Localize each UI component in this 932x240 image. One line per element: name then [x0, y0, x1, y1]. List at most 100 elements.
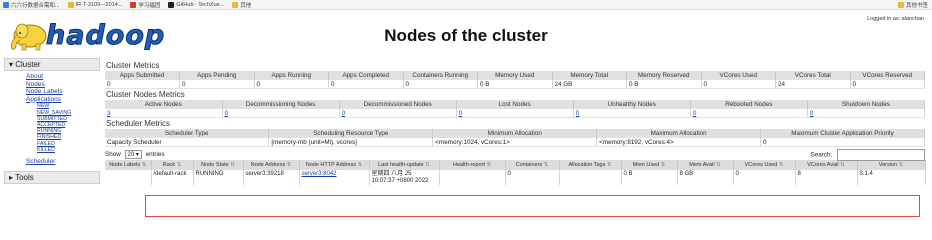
- scheduler-metrics-header-maximum-cluster-application-priority: Maximum Cluster Application Priority: [760, 129, 925, 138]
- bookmark-icon: [3, 1, 9, 8]
- node-cell-node-http-address: server3:8042: [299, 170, 370, 185]
- nodes-metrics-header-lost-nodes: Lost Nodes: [456, 100, 574, 109]
- column-label: Node State: [201, 162, 229, 168]
- sort-icon: ⇅: [423, 162, 430, 168]
- nodes-metrics-value-decommissioned-nodes: 0: [339, 109, 457, 118]
- nodes-col-last-health-update[interactable]: Last health-update ⇅: [369, 160, 440, 170]
- nodes-metrics-link-shutdown-nodes[interactable]: 0: [810, 110, 814, 117]
- node-cell-containers: 0: [505, 170, 560, 185]
- nodes-metrics-link-unhealthy-nodes[interactable]: 0: [576, 110, 580, 117]
- bookmark-item[interactable]: 六六行数据合需和...: [3, 1, 60, 9]
- chevron-down-icon: ▾: [135, 152, 139, 158]
- cluster-metrics-header-apps-submitted: Apps Submitted: [105, 71, 180, 80]
- nodes-col-node-state[interactable]: Node State ⇅: [193, 160, 244, 170]
- sort-icon: ⇅: [140, 162, 147, 168]
- nav-link-nodes[interactable]: Nodes: [26, 81, 100, 89]
- nodes-col-health-report[interactable]: Health-report ⇅: [439, 160, 506, 170]
- nav-link-applications[interactable]: Applications: [26, 96, 100, 104]
- cluster-metrics-value-apps-completed: 0: [328, 80, 404, 89]
- nodes-col-vcores-used[interactable]: VCores Used ⇅: [733, 160, 796, 170]
- nodes-metrics-table: Active Nodes Decommissioning Nodes Decommi…: [105, 100, 926, 118]
- column-label: Node Labels: [109, 162, 141, 168]
- cluster-metrics-header-vcores-total: VCores Total: [775, 71, 851, 80]
- nav-link-node-labels[interactable]: Node Labels: [26, 88, 100, 96]
- scheduler-metrics-header-maximum-allocation: Maximum Allocation: [596, 129, 762, 138]
- sort-icon: ⇅: [605, 162, 612, 168]
- sort-icon: ⇅: [777, 162, 784, 168]
- scheduler-metrics-value-minimum-allocation: <memory:1024, vCores:1>: [432, 138, 598, 147]
- nodes-metrics-value-unhealthy-nodes: 0: [573, 109, 691, 118]
- nav-link-about[interactable]: About: [26, 73, 100, 81]
- scheduler-metrics-value-maximum-cluster-application-priority: 0: [760, 138, 925, 147]
- bookmark-icon: [67, 1, 74, 8]
- sort-icon: ⇅: [838, 162, 845, 168]
- nodes-metrics-header-decommissioning-nodes: Decommissioning Nodes: [222, 100, 340, 109]
- bookmark-item[interactable]: IR-T-3109—2014...: [67, 1, 123, 8]
- node-cell-mem-avail: 8 GB: [677, 170, 734, 185]
- node-http-link[interactable]: server3:8042: [302, 171, 337, 177]
- cluster-metrics-header-containers-running: Containers Running: [403, 71, 478, 80]
- cluster-metrics-value-memory-total: 24 GB: [552, 80, 627, 89]
- scheduler-metrics-header-minimum-allocation: Minimum Allocation: [432, 129, 598, 138]
- other-bookmarks[interactable]: 其他书签: [897, 1, 928, 9]
- sort-icon: ⇅: [714, 162, 721, 168]
- sidebar: ▾ Cluster About Nodes Node Labels Applic…: [4, 58, 100, 184]
- node-cell-health-report: [439, 170, 506, 185]
- search-input[interactable]: [837, 148, 925, 161]
- bookmark-item[interactable]: 其他: [232, 1, 251, 9]
- bookmark-icon: [232, 1, 239, 8]
- sort-icon: ⇅: [228, 162, 235, 168]
- nodes-metrics-link-decommissioned-nodes[interactable]: 0: [342, 110, 346, 117]
- nodes-col-rack[interactable]: Rack ⇅: [151, 160, 194, 170]
- nodes-col-node-labels[interactable]: Node Labels ⇅: [105, 160, 152, 170]
- column-label: Node HTTP Address: [305, 162, 357, 168]
- app-state-links: NEW NEW_SAVING SUBMITTED ACCEPTED RUNNIN…: [26, 103, 100, 153]
- cluster-metrics-header-apps-running: Apps Running: [254, 71, 329, 80]
- nodes-col-containers[interactable]: Containers ⇅: [505, 160, 560, 170]
- sort-icon: ⇅: [484, 162, 492, 168]
- node-cell-allocation-tags: [559, 170, 622, 185]
- search-label: Search:: [810, 151, 833, 159]
- bookmark-item[interactable]: 学习福团: [130, 1, 160, 9]
- column-label: VCores Avail: [807, 162, 839, 168]
- page-size-select[interactable]: 20 ▾: [124, 150, 142, 159]
- logged-in-status: Logged in as: alanchan: [867, 16, 924, 22]
- bookmark-label: IR-T-3109—2014...: [75, 1, 123, 8]
- scheduler-metrics-value-maximum-allocation: <memory:8192, vCores:4>: [596, 138, 762, 147]
- nodes-metrics-link-decommissioning-nodes[interactable]: 0: [225, 110, 229, 117]
- nav-link-scheduler[interactable]: Scheduler: [4, 156, 100, 165]
- column-label: Version: [878, 162, 898, 168]
- cluster-metrics-value-memory-reserved: 0 B: [626, 80, 702, 89]
- nodes-col-node-address[interactable]: Node Address ⇅: [243, 160, 300, 170]
- nodes-metrics-link-rebooted-nodes[interactable]: 0: [693, 110, 697, 117]
- nodes-metrics-header-decommissioned-nodes: Decommissioned Nodes: [339, 100, 457, 109]
- main-content: Cluster Metrics Apps Submitted Apps Pendi…: [105, 60, 926, 185]
- cluster-metrics-header-apps-completed: Apps Completed: [328, 71, 404, 80]
- nodes-col-version[interactable]: Version ⇅: [857, 160, 926, 170]
- nodes-metrics-link-active-nodes[interactable]: 3: [107, 110, 111, 117]
- column-label: Node Address: [250, 162, 286, 168]
- cluster-links: About Nodes Node Labels Applications NEW…: [4, 71, 100, 156]
- cluster-label: Cluster: [15, 60, 41, 69]
- nav-link-killed[interactable]: KILLED: [37, 147, 100, 153]
- sort-icon: ⇅: [285, 162, 292, 168]
- cluster-metrics-value-containers-running: 0: [403, 80, 478, 89]
- column-label: Mem Used: [632, 162, 660, 168]
- node-cell-last-health-update: 星期四 八月 25 10:07:37 +0800 2022: [369, 170, 440, 185]
- tools-label: Tools: [15, 173, 34, 182]
- cluster-section-header[interactable]: ▾ Cluster: [4, 58, 100, 71]
- node-cell-mem-used: 0 B: [621, 170, 678, 185]
- bookmarks-bar: 六六行数据合需和... IR-T-3109—2014... 学习福团 GitHub -…: [0, 0, 932, 10]
- nodes-col-node-http-address[interactable]: Node HTTP Address ⇅: [299, 160, 370, 170]
- bookmark-item[interactable]: GitHub - TechXue...: [168, 1, 224, 8]
- nodes-col-vcores-avail[interactable]: VCores Avail ⇅: [795, 160, 858, 170]
- nodes-col-allocation-tags[interactable]: Allocation Tags ⇅: [559, 160, 622, 170]
- cluster-metrics-value-vcores-used: 0: [701, 80, 776, 89]
- nodes-metrics-link-lost-nodes[interactable]: 0: [459, 110, 463, 117]
- tools-section-header[interactable]: ▸ Tools: [4, 171, 100, 184]
- cluster-metrics-header-vcores-reserved: VCores Reserved: [850, 71, 925, 80]
- scheduler-metrics-value-scheduler-type: Capacity Scheduler: [105, 138, 270, 147]
- nodes-col-mem-avail[interactable]: Mem Avail ⇅: [677, 160, 734, 170]
- node-cell-version: 3.1.4: [857, 170, 926, 185]
- nodes-col-mem-used[interactable]: Mem Used ⇅: [621, 160, 678, 170]
